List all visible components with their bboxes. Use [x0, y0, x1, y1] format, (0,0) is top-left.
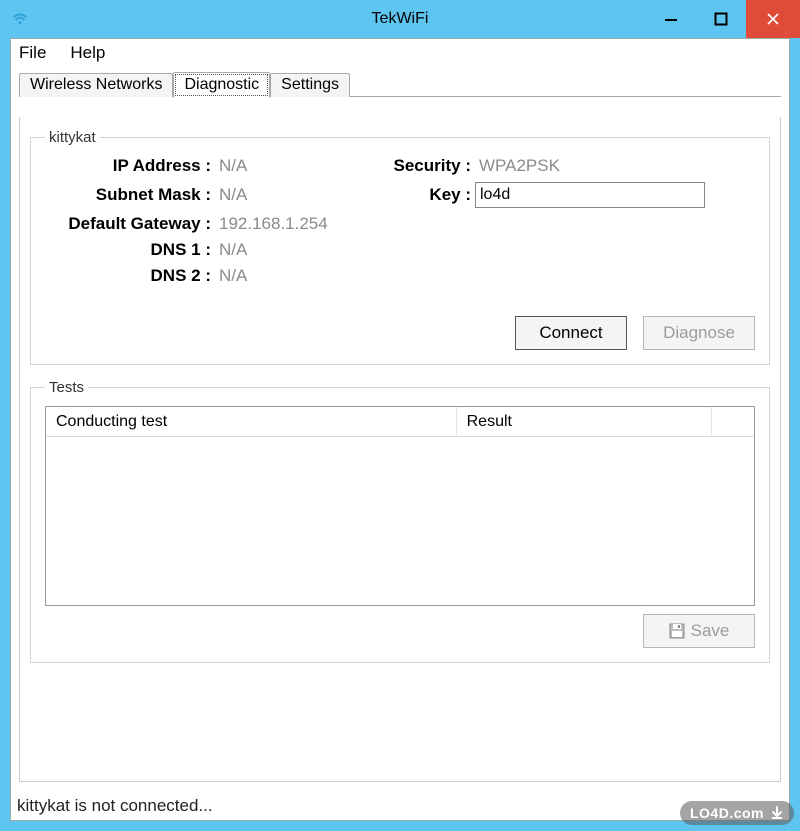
window-controls [646, 0, 800, 38]
tests-list-header: Conducting test Result [46, 407, 754, 437]
subnet-mask-label: Subnet Mask : [45, 185, 215, 205]
tab-wireless-networks[interactable]: Wireless Networks [19, 73, 173, 97]
column-spacer [712, 407, 755, 436]
tests-group-label: Tests [45, 379, 88, 396]
tab-strip: Wireless Networks Diagnostic Settings [11, 69, 789, 97]
dns1-label: DNS 1 : [45, 240, 215, 260]
default-gateway-label: Default Gateway : [45, 214, 215, 234]
minimize-button[interactable] [646, 0, 696, 38]
security-label: Security : [375, 156, 475, 176]
save-button-label: Save [691, 621, 730, 641]
default-gateway-value: 192.168.1.254 [215, 214, 375, 234]
column-result[interactable]: Result [457, 407, 712, 436]
floppy-icon [669, 623, 685, 639]
dns1-value: N/A [215, 240, 375, 260]
title-bar: TekWiFi [0, 0, 800, 38]
key-label: Key : [375, 185, 475, 205]
close-button[interactable] [746, 0, 800, 38]
menu-help[interactable]: Help [70, 43, 105, 63]
tests-groupbox: Tests Conducting test Result [30, 379, 770, 663]
tab-settings[interactable]: Settings [270, 73, 350, 97]
ip-address-label: IP Address : [45, 156, 215, 176]
subnet-mask-value: N/A [215, 185, 375, 205]
download-icon [770, 806, 784, 820]
key-input[interactable] [475, 182, 705, 208]
diagnostic-panel: kittykat IP Address : N/A Security : WPA… [19, 117, 781, 782]
ip-address-value: N/A [215, 156, 375, 176]
menu-file[interactable]: File [19, 43, 46, 63]
security-value: WPA2PSK [475, 156, 755, 176]
network-group-label: kittykat [45, 129, 100, 146]
column-conducting-test[interactable]: Conducting test [46, 407, 457, 436]
connect-button[interactable]: Connect [515, 316, 627, 350]
dns2-label: DNS 2 : [45, 266, 215, 286]
watermark-text: LO4D.com [690, 805, 764, 821]
watermark: LO4D.com [680, 801, 794, 825]
diagnose-button[interactable]: Diagnose [643, 316, 755, 350]
save-button[interactable]: Save [643, 614, 755, 648]
dns2-value: N/A [215, 266, 375, 286]
status-bar: kittykat is not connected... [17, 796, 783, 816]
client-area: File Help Wireless Networks Diagnostic S… [10, 38, 790, 821]
maximize-button[interactable] [696, 0, 746, 38]
menu-bar: File Help [11, 39, 789, 69]
network-groupbox: kittykat IP Address : N/A Security : WPA… [30, 129, 770, 365]
app-icon [10, 9, 30, 29]
tests-listview[interactable]: Conducting test Result [45, 406, 755, 606]
tab-diagnostic[interactable]: Diagnostic [173, 72, 270, 98]
